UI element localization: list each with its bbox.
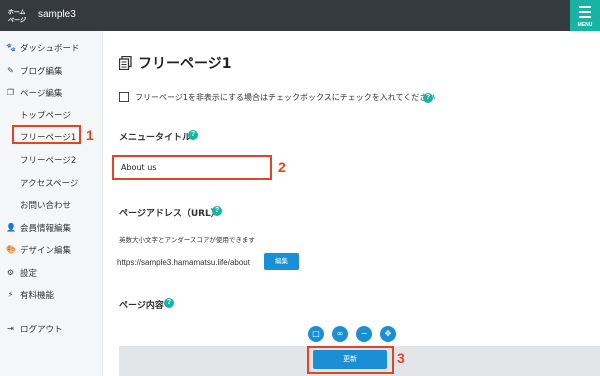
svg-text:ページ: ページ: [8, 17, 26, 24]
help-icon[interactable]: ?: [164, 298, 174, 308]
sidebar-item-label: 有料機能: [20, 291, 55, 301]
gear-icon: ⚙: [6, 268, 15, 277]
sidebar-item-label: ダッシュボード: [20, 44, 80, 54]
sidebar-item-label: ページ編集: [20, 89, 63, 99]
menu-button[interactable]: MENU: [570, 0, 600, 31]
page-title: フリーページ1: [138, 56, 232, 72]
bolt-icon: ⚡: [7, 290, 14, 299]
sidebar-item-label: ログアウト: [20, 325, 63, 335]
menu-title-heading: メニュータイトル: [119, 133, 192, 143]
pages-icon: [118, 55, 132, 71]
help-icon[interactable]: ?: [188, 130, 198, 140]
palette-icon: 🎨: [6, 245, 16, 254]
site-name: sample3: [38, 9, 76, 20]
sidebar-item-label: デザイン編集: [20, 246, 72, 256]
copy-icon: ❐: [6, 88, 15, 97]
sidebar-item-label: 会員情報編集: [20, 224, 72, 234]
sidebar-item-label: アクセスページ: [20, 179, 79, 189]
sidebar-item-label: トップページ: [20, 111, 71, 121]
page-content-heading: ページ内容: [119, 301, 164, 311]
annotation-number-1: 1: [86, 127, 94, 143]
page-url: https://sample3.hamamatsu.life/about: [117, 258, 250, 267]
link-icon[interactable]: ∞: [332, 326, 348, 342]
hide-page-checkbox[interactable]: [119, 92, 129, 102]
svg-text:ホーム: ホーム: [8, 9, 26, 16]
update-button[interactable]: 更新: [313, 350, 387, 369]
help-icon[interactable]: ?: [423, 93, 433, 103]
sidebar-item-label: 設定: [20, 269, 38, 279]
sidebar-item-label: お問い合わせ: [20, 201, 72, 211]
add-block-icon[interactable]: □: [308, 326, 324, 342]
logout-icon: ⇥: [7, 324, 14, 333]
site-logo[interactable]: ホーム ページ: [7, 6, 38, 25]
menu-title-input[interactable]: About us: [112, 155, 272, 180]
help-icon[interactable]: ?: [212, 206, 222, 216]
paw-icon: 🐾: [6, 43, 16, 52]
sidebar-item-label: フリーページ2: [20, 156, 77, 166]
highlight-box-free-page-1: [12, 125, 81, 144]
annotation-number-2: 2: [278, 159, 286, 175]
top-bar: ホーム ページ sample3 MENU: [0, 0, 600, 31]
main-content: フリーページ1 フリーページ1を非表示にする場合はチェックボックスにチェックを入…: [103, 31, 600, 376]
page-address-heading: ページアドレス（URL）: [119, 209, 220, 219]
pencil-icon: ✎: [7, 66, 14, 75]
user-icon: 👤: [6, 223, 16, 232]
sidebar-item-label: ブログ編集: [20, 67, 63, 77]
minus-icon[interactable]: −: [356, 326, 372, 342]
move-icon[interactable]: ✥: [380, 326, 396, 342]
edit-url-button[interactable]: 編集: [264, 253, 299, 270]
menu-label: MENU: [577, 22, 593, 28]
annotation-number-3: 3: [397, 350, 405, 366]
hide-page-checkbox-label: フリーページ1を非表示にする場合はチェックボックスにチェックを入れてください: [135, 93, 436, 102]
hamburger-icon: [579, 6, 591, 21]
page-address-hint: 英数大小文字とアンダースコアが使用できます: [119, 236, 255, 244]
